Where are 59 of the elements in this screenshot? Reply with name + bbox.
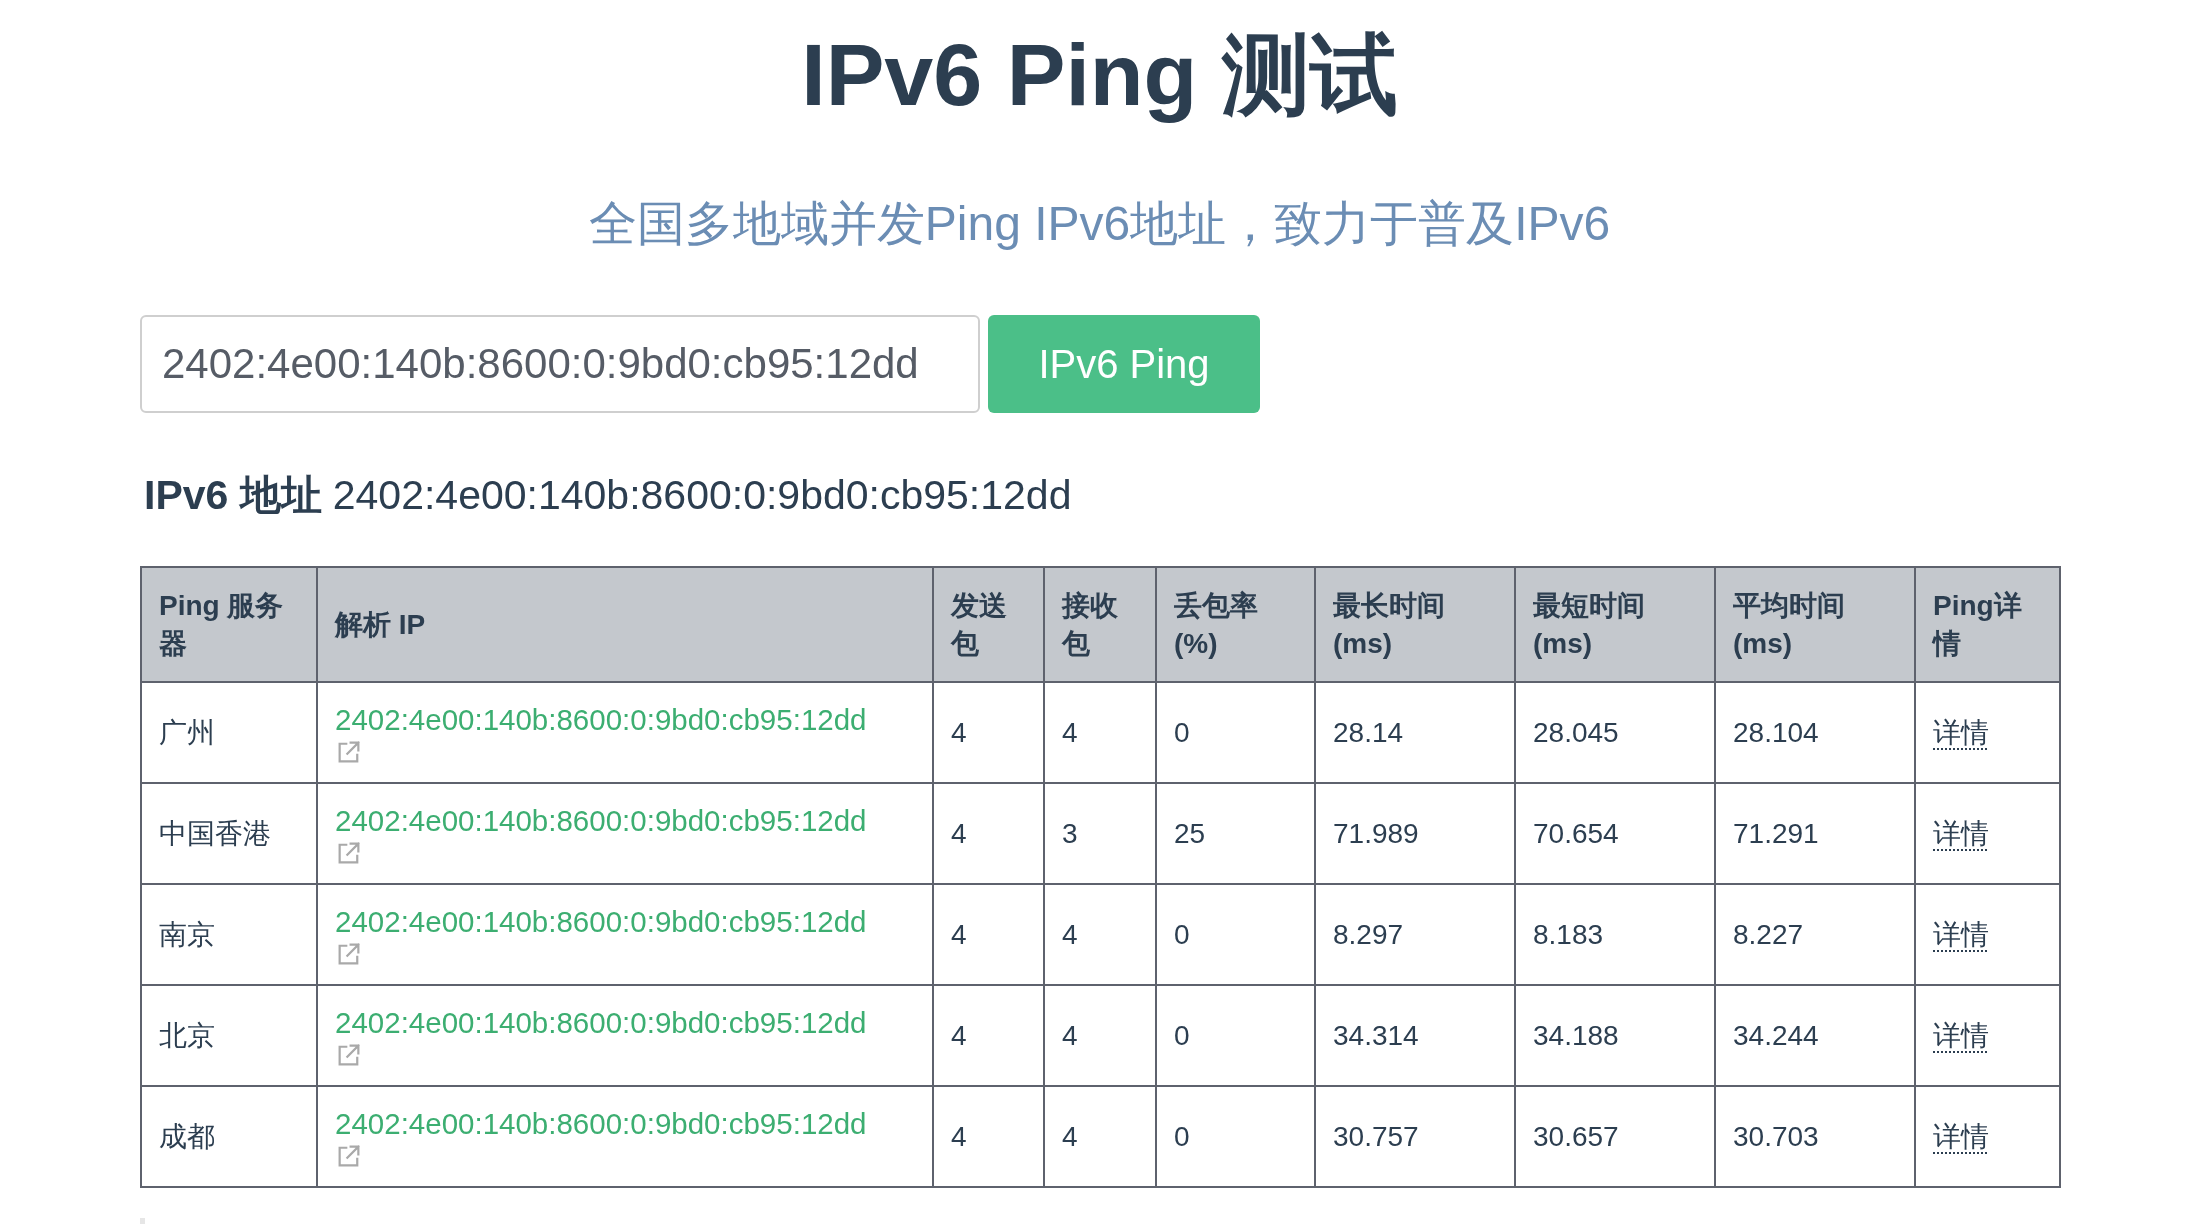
table-cell: 25 [1156,783,1315,884]
table-cell: 4 [1044,1086,1156,1187]
details-link[interactable]: 详情 [1933,1120,1989,1152]
table-cell: 8.183 [1515,884,1715,985]
table-cell: 28.104 [1715,682,1915,783]
address-input-field[interactable]: 2402:4e00:140b:8600:0:9bd0:cb95:12dd [140,315,980,413]
table-cell: 4 [933,985,1044,1086]
column-header: 最短时间 (ms) [1515,567,1715,682]
table-cell: 成都 [141,1086,317,1187]
column-header: Ping详情 [1915,567,2060,682]
external-link-icon [338,740,360,763]
table-cell: 30.703 [1715,1086,1915,1187]
table-cell: 34.188 [1515,985,1715,1086]
table-cell: 4 [933,783,1044,884]
column-header: 接收包 [1044,567,1156,682]
page-subtitle: 全国多地域并发Ping IPv6地址，致力于普及IPv6 [588,196,1611,252]
table-cell: 0 [1156,1086,1315,1187]
table-cell: 30.757 [1315,1086,1515,1187]
column-header: 丢包率 (%) [1156,567,1315,682]
column-header: 解析 IP [317,567,933,682]
address-value: 2402:4e00:140b:8600:0:9bd0:cb95:12dd [332,471,1072,520]
table-cell: 34.314 [1315,985,1515,1086]
table-cell: 4 [933,1086,1044,1187]
table-cell: 71.291 [1715,783,1915,884]
details-link[interactable]: 详情 [1933,817,1989,849]
table-cell: 0 [1156,985,1315,1086]
table-cell: 8.227 [1715,884,1915,985]
details-link[interactable]: 详情 [1933,1019,1989,1051]
column-header: Ping 服务器 [141,567,317,682]
column-header: 发送包 [933,567,1044,682]
table-cell: 0 [1156,682,1315,783]
external-link-icon [338,1043,360,1066]
table-cell: 4 [1044,682,1156,783]
details-link[interactable]: 详情 [1933,716,1989,748]
table-cell: 8.297 [1315,884,1515,985]
table-cell: 3 [1044,783,1156,884]
table-cell: 0 [1156,884,1315,985]
table-cell: 4 [933,682,1044,783]
external-link-icon [338,1144,360,1167]
table-cell: 28.045 [1515,682,1715,783]
table-cell: 4 [1044,985,1156,1086]
external-link-icon [338,841,360,864]
column-header: 最长时间 (ms) [1315,567,1515,682]
table-cell: 4 [1044,884,1156,985]
page-title: IPv6 Ping 测试 [801,24,1398,126]
table-cell: 28.14 [1315,682,1515,783]
table-cell: 中国香港 [141,783,317,884]
table-cell: 70.654 [1515,783,1715,884]
column-header: 平均时间 (ms) [1715,567,1915,682]
table-cell: 34.244 [1715,985,1915,1086]
table-cell: 30.657 [1515,1086,1715,1187]
table-cell: 4 [933,884,1044,985]
address-label: IPv6 地址 [144,471,322,520]
external-link-icon [338,942,360,965]
table-cell: 北京 [141,985,317,1086]
table-cell: 71.989 [1315,783,1515,884]
details-link[interactable]: 详情 [1933,918,1989,950]
table-cell: 广州 [141,682,317,783]
table-cell: 南京 [141,884,317,985]
